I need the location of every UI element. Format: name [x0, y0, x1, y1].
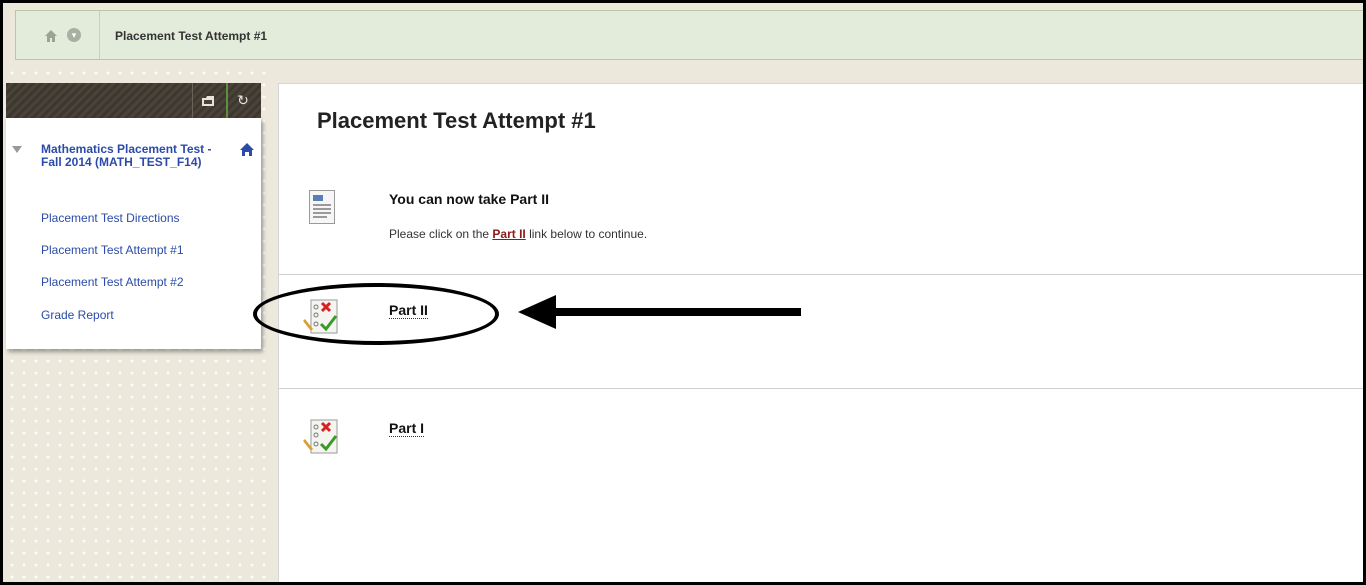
menu-item-placement-test-directions[interactable]: Placement Test Directions — [41, 211, 180, 225]
refresh-icon[interactable]: ↻ — [226, 83, 258, 118]
course-menu: Mathematics Placement Test - Fall 2014 (… — [6, 118, 261, 349]
breadcrumb: ▾ Placement Test Attempt #1 — [15, 10, 1363, 60]
item-description: Please click on the Part II link below t… — [389, 227, 648, 241]
page-title: Placement Test Attempt #1 — [317, 108, 596, 133]
part-i-link[interactable]: Part I — [389, 420, 425, 437]
collapse-triangle-icon[interactable] — [12, 146, 22, 153]
chevron-down-icon[interactable]: ▾ — [67, 28, 81, 42]
annotation-ellipse — [253, 283, 499, 345]
menu-item-placement-test-attempt-2[interactable]: Placement Test Attempt #2 — [41, 275, 184, 289]
item-title: You can now take Part II — [389, 191, 550, 207]
test-icon — [303, 419, 339, 455]
annotation-arrow-shaft — [553, 308, 801, 316]
document-icon — [309, 190, 335, 224]
home-icon[interactable] — [44, 29, 58, 43]
course-title-link[interactable]: Mathematics Placement Test - Fall 2014 (… — [41, 143, 226, 169]
sidebar-header: ↻ — [6, 83, 261, 118]
menu-item-grade-report[interactable]: Grade Report — [41, 308, 114, 322]
part-ii-inline-link[interactable]: Part II — [492, 227, 525, 241]
breadcrumb-separator — [99, 11, 100, 59]
content-item-part-i: Part I — [279, 388, 1363, 508]
breadcrumb-current: Placement Test Attempt #1 — [115, 29, 268, 43]
home-icon[interactable] — [239, 142, 255, 161]
content-item: You can now take Part II Please click on… — [279, 159, 1363, 275]
menu-item-placement-test-attempt-1[interactable]: Placement Test Attempt #1 — [41, 243, 184, 257]
screenshot-frame: ▾ Placement Test Attempt #1 ↻ Mathematic… — [0, 0, 1366, 585]
folder-icon[interactable] — [192, 83, 223, 118]
annotation-arrow-icon — [518, 295, 556, 329]
